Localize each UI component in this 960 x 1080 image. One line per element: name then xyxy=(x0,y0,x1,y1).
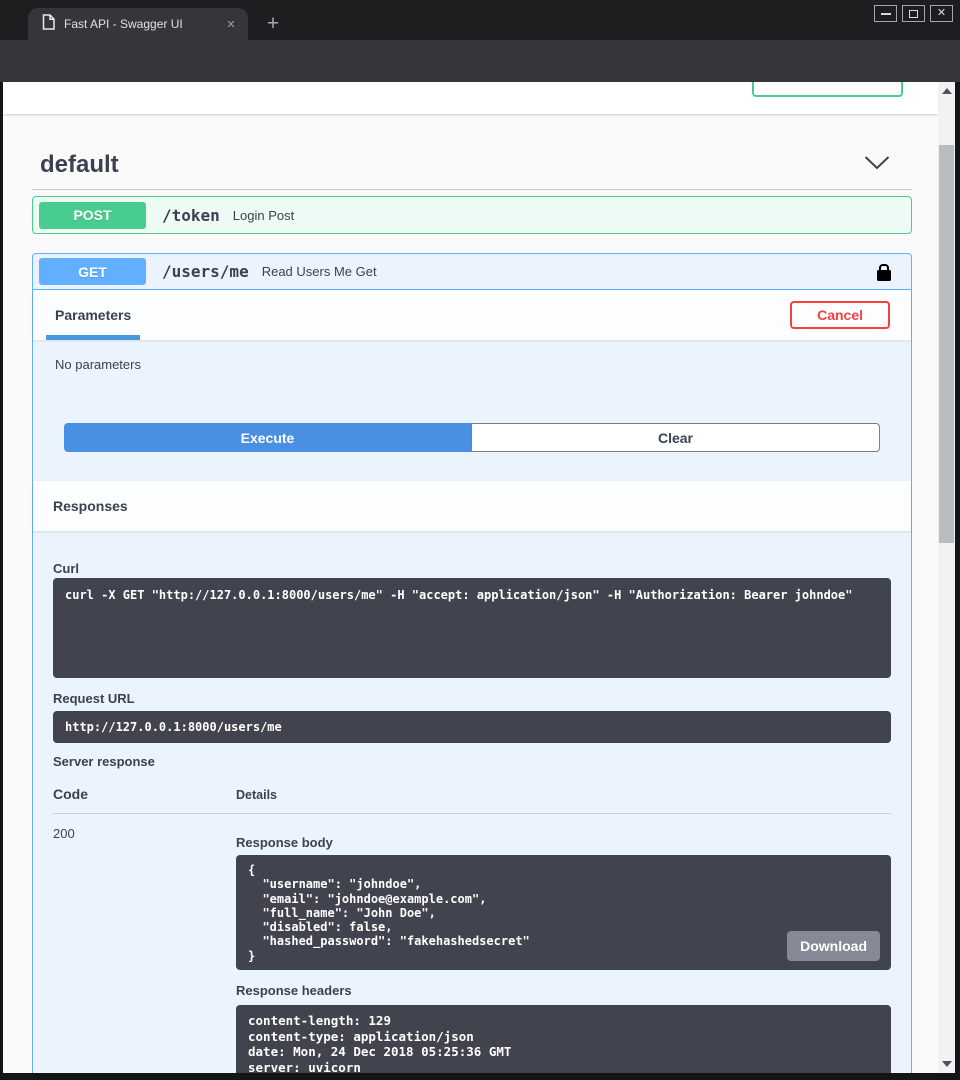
request-url: http://127.0.0.1:8000/users/me xyxy=(65,720,879,734)
clear-button[interactable]: Clear xyxy=(471,423,880,452)
tag-section-header[interactable]: default xyxy=(32,140,912,190)
opblock-get-users-me: GET /users/me Read Users Me Get Paramete… xyxy=(32,253,912,1073)
execute-wrapper: Execute Clear xyxy=(33,403,911,472)
response-row: 200 Response body { "username": "johndoe… xyxy=(53,814,891,1073)
response-headers-label: Response headers xyxy=(236,983,891,998)
browser-tab[interactable]: Fast API - Swagger UI ✕ xyxy=(28,8,248,40)
response-body-block: { "username": "johndoe", "email": "johnd… xyxy=(236,855,891,970)
tab-bar: Fast API - Swagger UI ✕ + ✕ xyxy=(0,0,960,40)
responses-section-title: Responses xyxy=(33,481,911,531)
window-controls: ✕ xyxy=(874,5,953,22)
minimize-button[interactable] xyxy=(874,5,897,22)
cancel-button[interactable]: Cancel xyxy=(790,301,890,329)
authorize-button[interactable] xyxy=(752,82,903,97)
tag-title: default xyxy=(40,150,119,179)
download-button[interactable]: Download xyxy=(787,931,880,961)
get-summary-text: Read Users Me Get xyxy=(262,264,377,279)
response-headers: content-length: 129 content-type: applic… xyxy=(248,1013,879,1073)
scrollbar-thumb[interactable] xyxy=(939,145,954,543)
details-column-header: Details xyxy=(236,786,277,802)
swagger-content: default POST /token Login Post GET /user… xyxy=(32,140,912,1073)
curl-label: Curl xyxy=(53,561,891,576)
responses-inner: Curl curl -X GET "http://127.0.0.1:8000/… xyxy=(33,531,911,1073)
maximize-icon xyxy=(909,10,918,18)
curl-command: curl -X GET "http://127.0.0.1:8000/users… xyxy=(65,588,879,603)
response-body-json: { "username": "johndoe", "email": "johnd… xyxy=(248,863,879,963)
close-icon: ✕ xyxy=(937,8,946,19)
scheme-container xyxy=(3,82,938,114)
scroll-up-icon[interactable] xyxy=(942,88,952,94)
minimize-icon xyxy=(881,13,891,15)
close-button[interactable]: ✕ xyxy=(930,5,953,22)
page-favicon-icon xyxy=(42,14,55,35)
request-url-label: Request URL xyxy=(53,691,891,706)
server-response-label: Server response xyxy=(53,754,891,769)
post-summary-text: Login Post xyxy=(233,208,294,223)
curl-command-block: curl -X GET "http://127.0.0.1:8000/users… xyxy=(53,578,891,678)
tab-title: Fast API - Swagger UI xyxy=(64,17,218,31)
page-viewport: default POST /token Login Post GET /user… xyxy=(3,82,955,1073)
opblock-post-token: POST /token Login Post xyxy=(32,196,912,234)
get-users-me-summary[interactable]: GET /users/me Read Users Me Get xyxy=(33,254,911,290)
scrollbar[interactable] xyxy=(938,82,955,1073)
maximize-button[interactable] xyxy=(902,5,925,22)
status-code: 200 xyxy=(53,826,236,841)
post-token-summary[interactable]: POST /token Login Post xyxy=(33,197,911,233)
lock-icon[interactable] xyxy=(877,270,891,281)
execute-button[interactable]: Execute xyxy=(64,423,471,452)
chevron-down-icon[interactable] xyxy=(864,155,890,175)
get-method-badge: GET xyxy=(39,258,146,285)
response-table-header: Code Details xyxy=(53,786,891,814)
response-headers-block: content-length: 129 content-type: applic… xyxy=(236,1005,891,1073)
new-tab-button[interactable]: + xyxy=(260,11,286,37)
code-column-header: Code xyxy=(53,786,236,802)
post-path: /token xyxy=(162,206,220,225)
response-body-label: Response body xyxy=(236,835,891,850)
tab-close-icon[interactable]: ✕ xyxy=(222,15,240,33)
scroll-down-icon[interactable] xyxy=(942,1061,952,1067)
parameters-header: Parameters Cancel xyxy=(33,290,911,340)
get-path: /users/me xyxy=(162,262,249,281)
post-method-badge: POST xyxy=(39,202,146,229)
browser-toolbar: 127.0.0.1:8000/docs xyxy=(0,40,960,82)
tab-parameters[interactable]: Parameters xyxy=(46,290,140,340)
no-parameters-text: No parameters xyxy=(33,340,911,372)
request-url-block: http://127.0.0.1:8000/users/me xyxy=(53,711,891,743)
